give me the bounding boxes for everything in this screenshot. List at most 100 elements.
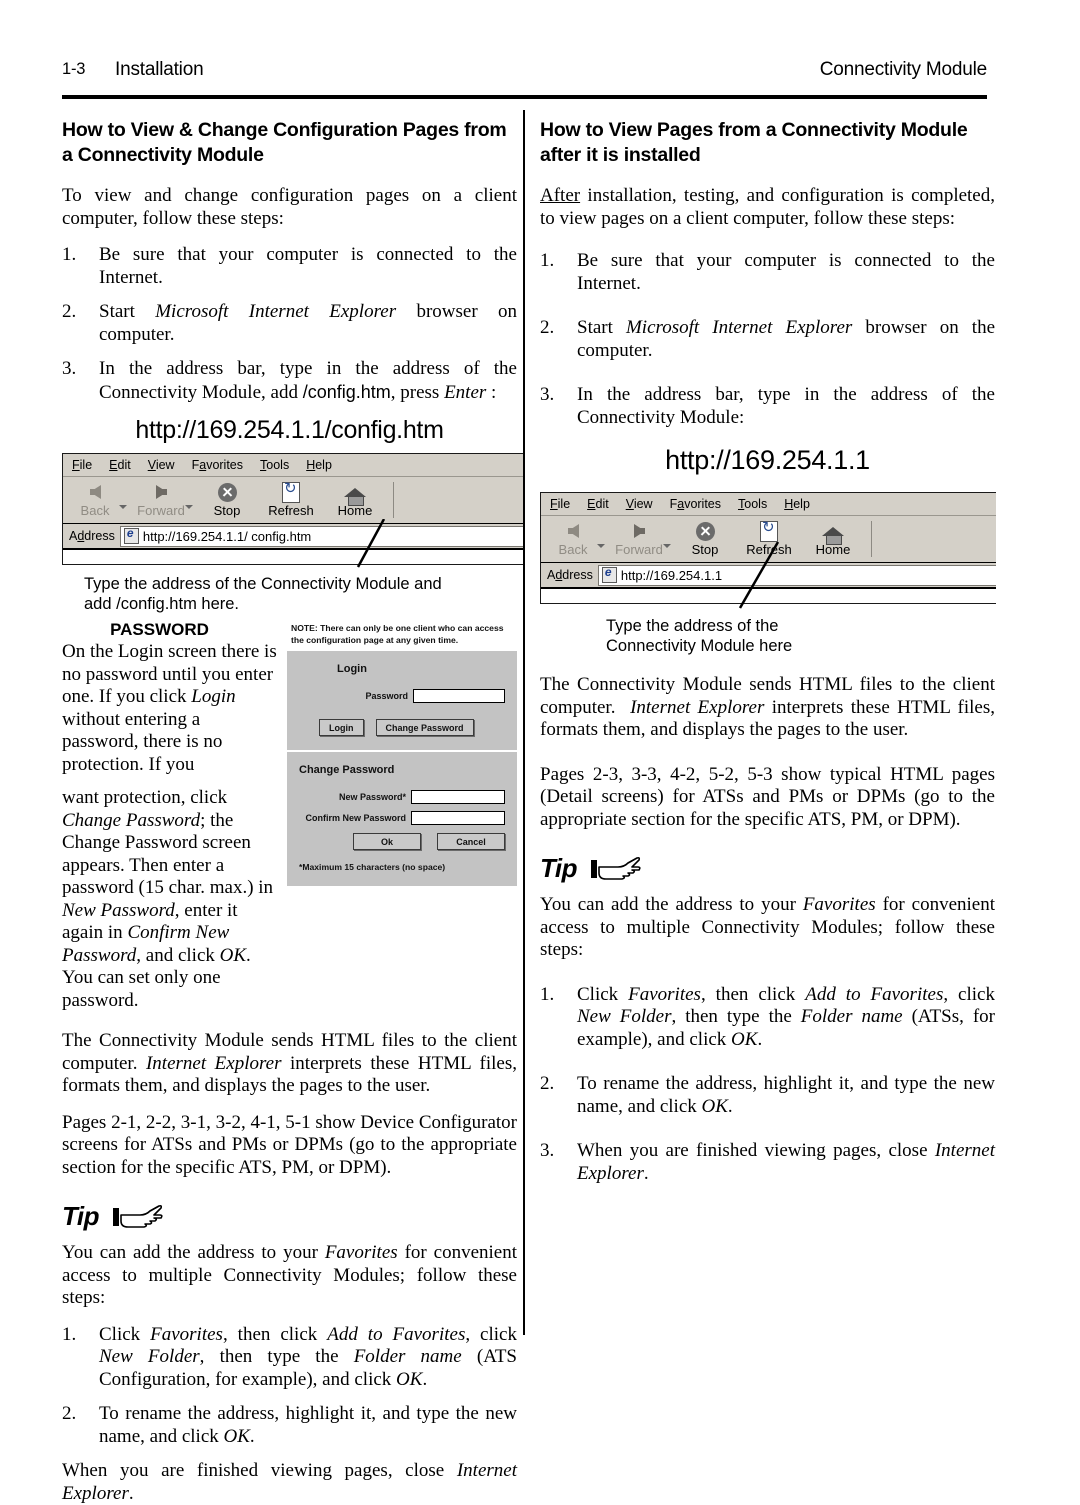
login-password-input[interactable] <box>413 689 505 703</box>
back-dropdown-icon[interactable] <box>119 505 127 509</box>
browser-menubar: File Edit View Favorites Tools Help <box>63 454 523 477</box>
list-item-text: In the address bar, type in the address … <box>577 384 995 428</box>
header-section-title: Installation <box>115 59 204 80</box>
menu-favorites[interactable]: Favorites <box>670 497 721 511</box>
right-tip-list: 1. Click Favorites, then click Add to Fa… <box>540 984 995 1186</box>
menu-favorites[interactable]: Favorites <box>192 458 243 472</box>
list-item: 2. Start Microsoft Internet Explorer bro… <box>62 301 517 346</box>
menu-edit[interactable]: Edit <box>109 458 131 472</box>
forward-button[interactable]: Forward <box>129 482 193 518</box>
right-paragraph-sends: The Connectivity Module sends HTML files… <box>540 674 995 740</box>
page-number: 1-3 <box>62 60 86 78</box>
browser-menubar: File Edit View Favorites Tools Help <box>541 493 996 516</box>
menu-view[interactable]: View <box>148 458 175 472</box>
login-panel: Login Password Login Change Password <box>287 651 517 750</box>
header-rule <box>62 95 987 99</box>
refresh-button[interactable]: Refresh <box>259 479 323 519</box>
right-tip-header: Tip <box>540 853 995 884</box>
left-url-caption: http://169.254.1.1/config.htm <box>135 416 444 444</box>
back-arrow-icon <box>89 482 101 502</box>
stop-icon <box>217 482 237 502</box>
ok-button[interactable]: Ok <box>353 833 421 850</box>
forward-label: Forward <box>137 503 185 518</box>
list-marker: 1. <box>540 983 555 1005</box>
list-marker: 1. <box>62 1323 77 1345</box>
new-password-input[interactable] <box>411 790 505 804</box>
left-tip-list: 1. Click Favorites, then click Add to Fa… <box>62 1324 517 1449</box>
change-password-panel: Change Password New Password* Confirm Ne… <box>287 750 517 886</box>
left-paragraph-sends: The Connectivity Module sends HTML files… <box>62 1030 517 1096</box>
right-steps-list: 1. Be sure that your computer is connect… <box>540 250 995 429</box>
confirm-password-input[interactable] <box>411 811 505 825</box>
forward-dropdown-icon[interactable] <box>185 505 193 509</box>
menu-help[interactable]: Help <box>306 458 332 472</box>
change-password-button-row: Ok Cancel <box>299 833 505 850</box>
menu-tools[interactable]: Tools <box>738 497 767 511</box>
home-icon <box>344 482 366 506</box>
left-leader-line <box>356 519 386 568</box>
right-section-heading: How to View Pages from a Connectivity Mo… <box>540 119 968 166</box>
change-password-button[interactable]: Change Password <box>375 719 474 736</box>
pointing-hand-icon <box>110 1202 164 1232</box>
menu-file[interactable]: File <box>72 458 92 472</box>
list-marker: 2. <box>62 1403 77 1424</box>
left-section-heading: How to View & Change Configuration Pages… <box>62 119 507 166</box>
menu-tools[interactable]: Tools <box>260 458 289 472</box>
left-callout-text: Type the address of the Connectivity Mod… <box>84 575 442 613</box>
list-item-text: Start Microsoft Internet Explorer browse… <box>577 317 996 361</box>
list-item: 3. When you are finished viewing pages, … <box>540 1140 995 1185</box>
refresh-label: Refresh <box>268 503 314 518</box>
left-tip-header: Tip <box>62 1201 517 1232</box>
list-item: 1. Click Favorites, then click Add to Fa… <box>540 984 995 1052</box>
list-item-text: In the address bar, type in the address … <box>99 358 517 403</box>
login-heading: Login <box>337 663 367 675</box>
list-marker: 3. <box>540 384 555 405</box>
forward-arrow-icon <box>633 521 645 541</box>
refresh-icon <box>282 479 300 503</box>
password-paragraph-2: want protection, click Change Password; … <box>62 787 274 1011</box>
right-column: How to View Pages from a Connectivity Mo… <box>540 118 996 1197</box>
list-marker: 1. <box>540 250 555 271</box>
list-item-text: To rename the address, highlight it, and… <box>577 1073 995 1117</box>
right-tip-intro: You can add the address to your Favorite… <box>540 894 995 960</box>
stop-icon <box>695 521 715 541</box>
menu-view[interactable]: View <box>626 497 653 511</box>
list-item: 1. Be sure that your computer is connect… <box>540 250 995 295</box>
cancel-button[interactable]: Cancel <box>437 833 505 850</box>
list-item: 3. In the address bar, type in the addre… <box>540 384 995 429</box>
running-header: 1-3 Installation Connectivity Module <box>62 59 987 90</box>
confirm-password-row: Confirm New Password <box>299 811 505 825</box>
list-item-text: To rename the address, highlight it, and… <box>99 1403 517 1447</box>
left-tip-intro: You can add the address to your Favorite… <box>62 1242 517 1308</box>
back-label: Back <box>80 503 110 518</box>
list-item: 2. Start Microsoft Internet Explorer bro… <box>540 317 995 362</box>
back-arrow-icon <box>567 521 579 541</box>
right-intro-paragraph: After installation, testing, and configu… <box>540 185 995 229</box>
login-submit-button[interactable]: Login <box>319 719 364 736</box>
password-paragraph-1: On the Login screen there is no password… <box>62 641 277 775</box>
right-url-caption: http://169.254.1.1 <box>665 445 870 475</box>
list-item: 1. Click Favorites, then click Add to Fa… <box>62 1324 517 1392</box>
login-screenshot: NOTE: There can only be one client who c… <box>287 620 517 886</box>
browser-toolbar: Back Forward Stop Refresh <box>63 477 523 524</box>
stop-button[interactable]: Stop <box>195 482 259 518</box>
document-page: 1-3 Installation Connectivity Module How… <box>0 0 1080 1504</box>
menu-file[interactable]: File <box>550 497 570 511</box>
list-item-text: Be sure that your computer is connected … <box>99 244 517 288</box>
pointing-hand-icon <box>588 854 642 884</box>
home-button[interactable]: Home <box>323 482 387 518</box>
right-callout-text: Type the address of the Connectivity Mod… <box>606 617 793 655</box>
menu-edit[interactable]: Edit <box>587 497 609 511</box>
home-icon <box>822 521 844 545</box>
toolbar-separator <box>393 482 394 518</box>
new-password-label: New Password* <box>338 792 406 802</box>
back-button[interactable]: Back <box>63 482 127 518</box>
list-item: 3. In the address bar, type in the addre… <box>62 358 517 404</box>
login-button-row: Login Change Password <box>299 719 505 736</box>
left-column: How to View & Change Configuration Pages… <box>62 118 523 1505</box>
menu-help[interactable]: Help <box>784 497 810 511</box>
right-paragraph-pages: Pages 2-3, 3-3, 4-2, 5-2, 5-3 show typic… <box>540 763 995 830</box>
new-password-row: New Password* <box>299 790 505 804</box>
list-marker: 1. <box>62 244 77 265</box>
left-intro-paragraph: To view and change configuration pages o… <box>62 185 517 229</box>
